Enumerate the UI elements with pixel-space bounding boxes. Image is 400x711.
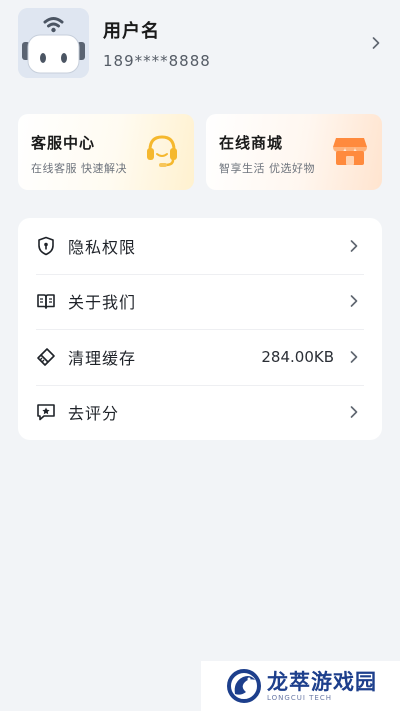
chevron-right-icon	[348, 350, 360, 363]
dragon-logo-icon	[227, 669, 261, 703]
username: 用户名	[103, 20, 160, 42]
menu-item-label: 清理缓存	[68, 348, 137, 368]
profile-page: 用户名 189****8888 客服中心 在线客服 快速解决 在线商城 智享生活…	[0, 0, 400, 711]
menu-item-label: 关于我们	[68, 293, 137, 313]
star-comment-icon	[36, 402, 56, 422]
clean-icon	[36, 347, 56, 367]
chevron-right-icon	[348, 239, 360, 252]
shield-lock-icon	[36, 236, 56, 256]
watermark-sub: LONGCUI TECH	[267, 693, 332, 702]
menu-item-rate[interactable]: 去评分	[18, 384, 382, 441]
profile-header[interactable]: 用户名 189****8888	[18, 8, 382, 78]
online-mall-card[interactable]: 在线商城 智享生活 优选好物	[206, 114, 382, 190]
chevron-right-icon	[348, 295, 360, 308]
headset-icon	[147, 135, 177, 167]
book-icon	[36, 291, 56, 311]
watermark-text: 龙萃游戏园 LONGCUI TECH	[267, 670, 377, 703]
avatar[interactable]	[18, 8, 89, 78]
customer-service-card[interactable]: 客服中心 在线客服 快速解决	[18, 114, 194, 190]
cache-size-value: 284.00KB	[261, 347, 334, 366]
watermark: 龙萃游戏园 LONGCUI TECH	[201, 661, 400, 711]
watermark-main: 龙萃游戏园	[267, 669, 377, 694]
settings-menu: 隐私权限 关于我们 清理缓存 284.00KB 去评分	[18, 218, 382, 440]
robot-avatar-icon	[18, 8, 89, 78]
profile-info: 用户名 189****8888	[103, 17, 370, 70]
phone-number: 189****8888	[103, 51, 211, 70]
chevron-right-icon[interactable]	[370, 37, 382, 49]
menu-item-clear-cache[interactable]: 清理缓存 284.00KB	[18, 329, 382, 385]
menu-item-label: 隐私权限	[68, 237, 137, 257]
quick-cards: 客服中心 在线客服 快速解决 在线商城 智享生活 优选好物	[18, 114, 382, 190]
menu-item-privacy[interactable]: 隐私权限	[18, 218, 382, 274]
store-icon	[333, 138, 367, 165]
chevron-right-icon	[348, 406, 360, 419]
menu-item-label: 去评分	[68, 404, 120, 424]
menu-item-about[interactable]: 关于我们	[18, 273, 382, 330]
